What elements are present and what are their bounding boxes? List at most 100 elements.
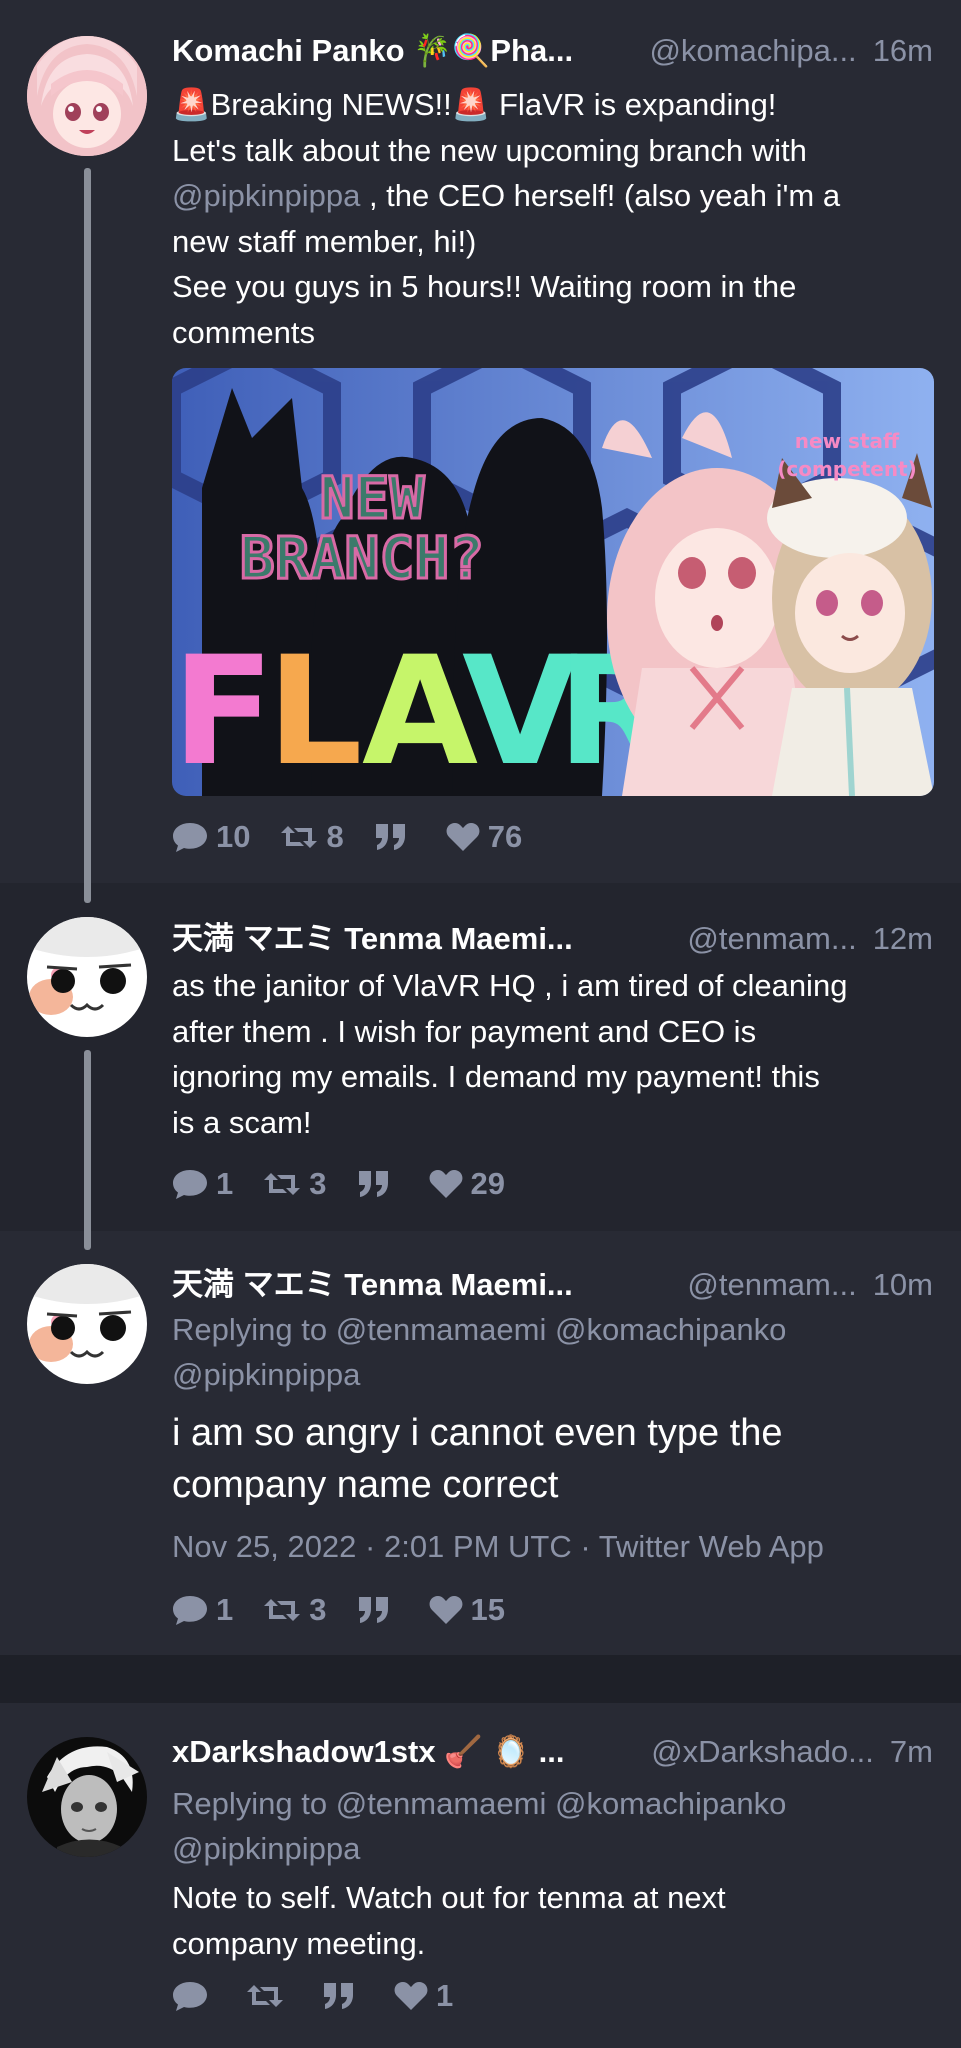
- svg-text:new staff: new staff: [795, 429, 900, 453]
- display-name[interactable]: 天満 マエミ Tenma Maemi...: [172, 913, 573, 958]
- svg-text:L: L: [267, 625, 363, 796]
- quote-icon: [358, 1171, 388, 1197]
- mention-link[interactable]: @pipkinpippa: [172, 178, 360, 213]
- quote-button[interactable]: [374, 822, 416, 852]
- comment-icon: [173, 1170, 207, 1199]
- quote-button[interactable]: [357, 1169, 399, 1199]
- retweet-button[interactable]: [246, 1981, 292, 2011]
- retweet-button[interactable]: 3: [263, 1592, 327, 1628]
- text-line: Note to self. Watch out for tenma at nex…: [172, 1880, 726, 1915]
- tweet-header: 天満 マエミ Tenma Maemi... @tenmam... 12m: [172, 913, 933, 956]
- replying-to: Replying to @tenmamaemi @komachipanko @p…: [172, 1307, 933, 1397]
- text-line: company name correct: [172, 1464, 559, 1506]
- retweet-icon: [281, 826, 318, 848]
- like-button[interactable]: 76: [446, 819, 522, 855]
- reply-count: 10: [216, 819, 251, 854]
- comment-icon: [173, 1596, 207, 1625]
- reply-button[interactable]: 1: [172, 1592, 233, 1628]
- reply-prefix: Replying to: [172, 1786, 328, 1821]
- reply-mentions[interactable]: @tenmamaemi @komachipanko: [336, 1786, 787, 1821]
- reply-mentions[interactable]: @tenmamaemi @komachipanko: [336, 1312, 787, 1347]
- retweet-count: 3: [309, 1166, 327, 1201]
- username[interactable]: @tenmam...: [667, 1267, 856, 1303]
- retweet-button[interactable]: 3: [263, 1166, 327, 1202]
- heart-icon: [429, 1596, 462, 1624]
- timestamp[interactable]: 7m: [890, 1734, 933, 1770]
- reply-mentions[interactable]: @pipkinpippa: [172, 1352, 933, 1397]
- text-line: after them . I wish for payment and CEO …: [172, 1013, 757, 1049]
- text-line: See you guys in 5 hours!! Waiting room i…: [172, 269, 797, 304]
- like-button[interactable]: 15: [429, 1592, 505, 1628]
- tweet-text: as the janitor of VlaVR HQ , i am tired …: [172, 963, 933, 1145]
- avatar[interactable]: [27, 1737, 147, 1857]
- timeline: Komachi Panko 🎋🍭Pha... @komachipa... 16m…: [0, 0, 961, 2048]
- retweet-button[interactable]: 8: [280, 819, 344, 855]
- like-count: 76: [487, 819, 523, 854]
- tweet-xdarkshadow[interactable]: xDarkshadow1stx 🪠 🪞 ... @xDarkshado... 7…: [0, 1703, 961, 2048]
- quote-icon: [324, 1983, 353, 2009]
- quote-button[interactable]: [322, 1981, 364, 2011]
- like-count: 15: [470, 1592, 505, 1627]
- text-line: is a scam!: [172, 1104, 312, 1140]
- tweet-date[interactable]: Nov 25, 2022 · 2:01 PM UTC · Twitter Web…: [172, 1529, 824, 1565]
- like-button[interactable]: 29: [429, 1166, 505, 1202]
- svg-text:F: F: [172, 625, 274, 796]
- tweet-komachi[interactable]: Komachi Panko 🎋🍭Pha... @komachipa... 16m…: [0, 0, 961, 903]
- tweet-tenma-main[interactable]: 天満 マエミ Tenma Maemi... @tenmam... 10m Rep…: [0, 1231, 961, 1655]
- reply-line: Replying to @tenmamaemi @komachipanko: [172, 1781, 933, 1826]
- reply-mentions[interactable]: @pipkinpippa: [172, 1826, 933, 1871]
- thread-line: [84, 168, 91, 903]
- like-button[interactable]: 1: [394, 1978, 453, 2014]
- text-line: comments: [172, 314, 315, 350]
- tweet-header: xDarkshadow1stx 🪠 🪞 ... @xDarkshado... 7…: [172, 1733, 933, 1773]
- text-line: @pipkinpippa , the CEO herself! (also ye…: [172, 173, 933, 219]
- comment-icon: [173, 1982, 207, 2011]
- username[interactable]: @tenmam...: [667, 921, 856, 957]
- like-count: 1: [436, 1978, 454, 2013]
- reply-button[interactable]: 1: [172, 1166, 233, 1202]
- timestamp[interactable]: 16m: [873, 33, 933, 69]
- replies-divider: [0, 1655, 961, 1703]
- tweet-tenma-1[interactable]: 天満 マエミ Tenma Maemi... @tenmam... 12m as …: [0, 883, 961, 1250]
- retweet-icon: [247, 1985, 283, 2007]
- username[interactable]: @xDarkshado...: [631, 1734, 874, 1770]
- reply-count: 1: [216, 1592, 234, 1627]
- svg-text:NEW: NEW: [320, 464, 425, 532]
- quote-icon: [375, 824, 405, 850]
- display-name[interactable]: xDarkshadow1stx 🪠 🪞 ...: [172, 1733, 565, 1770]
- reply-button[interactable]: 10: [172, 819, 250, 855]
- display-name[interactable]: 天満 マエミ Tenma Maemi...: [172, 1259, 573, 1304]
- text-line: new staff member, hi!): [172, 223, 477, 259]
- avatar[interactable]: [27, 917, 147, 1037]
- text-line: Let's talk about the new upcoming branch…: [172, 132, 807, 168]
- svg-text:BRANCH?: BRANCH?: [240, 524, 484, 592]
- comment-icon: [173, 823, 207, 852]
- display-name[interactable]: Komachi Panko 🎋🍭Pha...: [172, 32, 573, 69]
- tweet-text: 🚨Breaking NEWS!!🚨 FlaVR is expanding! Le…: [172, 82, 933, 355]
- reply-line: Replying to @tenmamaemi @komachipanko: [172, 1307, 933, 1352]
- timestamp[interactable]: 10m: [873, 1267, 933, 1303]
- heart-icon: [394, 1982, 428, 2010]
- text-line: ignoring my emails. I demand my payment!…: [172, 1059, 820, 1094]
- reply-prefix: Replying to: [172, 1312, 328, 1347]
- retweet-count: 3: [309, 1592, 327, 1627]
- reply-button[interactable]: [172, 1980, 216, 2012]
- attached-image[interactable]: NEW BRANCH? F L A V R new staff (compete…: [172, 368, 934, 796]
- like-count: 29: [470, 1166, 505, 1201]
- avatar[interactable]: [27, 36, 147, 156]
- retweet-icon: [264, 1599, 301, 1621]
- heart-icon: [429, 1170, 462, 1198]
- text-line: 🚨Breaking NEWS!!🚨 FlaVR is expanding!: [172, 87, 777, 122]
- tweet-stats: 10 8 76: [172, 817, 552, 857]
- tweet-header: Komachi Panko 🎋🍭Pha... @komachipa... 16m: [172, 32, 933, 72]
- retweet-count: 8: [326, 819, 344, 854]
- timestamp[interactable]: 12m: [873, 921, 933, 957]
- quote-button[interactable]: [357, 1595, 399, 1625]
- retweet-icon: [264, 1173, 301, 1195]
- username[interactable]: @komachipa...: [629, 33, 856, 69]
- reply-count: 1: [216, 1166, 234, 1201]
- tweet-stats: 1: [172, 1976, 483, 2016]
- tweet-stats: 1 3 29: [172, 1164, 535, 1204]
- avatar[interactable]: [27, 1264, 147, 1384]
- replying-to: Replying to @tenmamaemi @komachipanko @p…: [172, 1781, 933, 1871]
